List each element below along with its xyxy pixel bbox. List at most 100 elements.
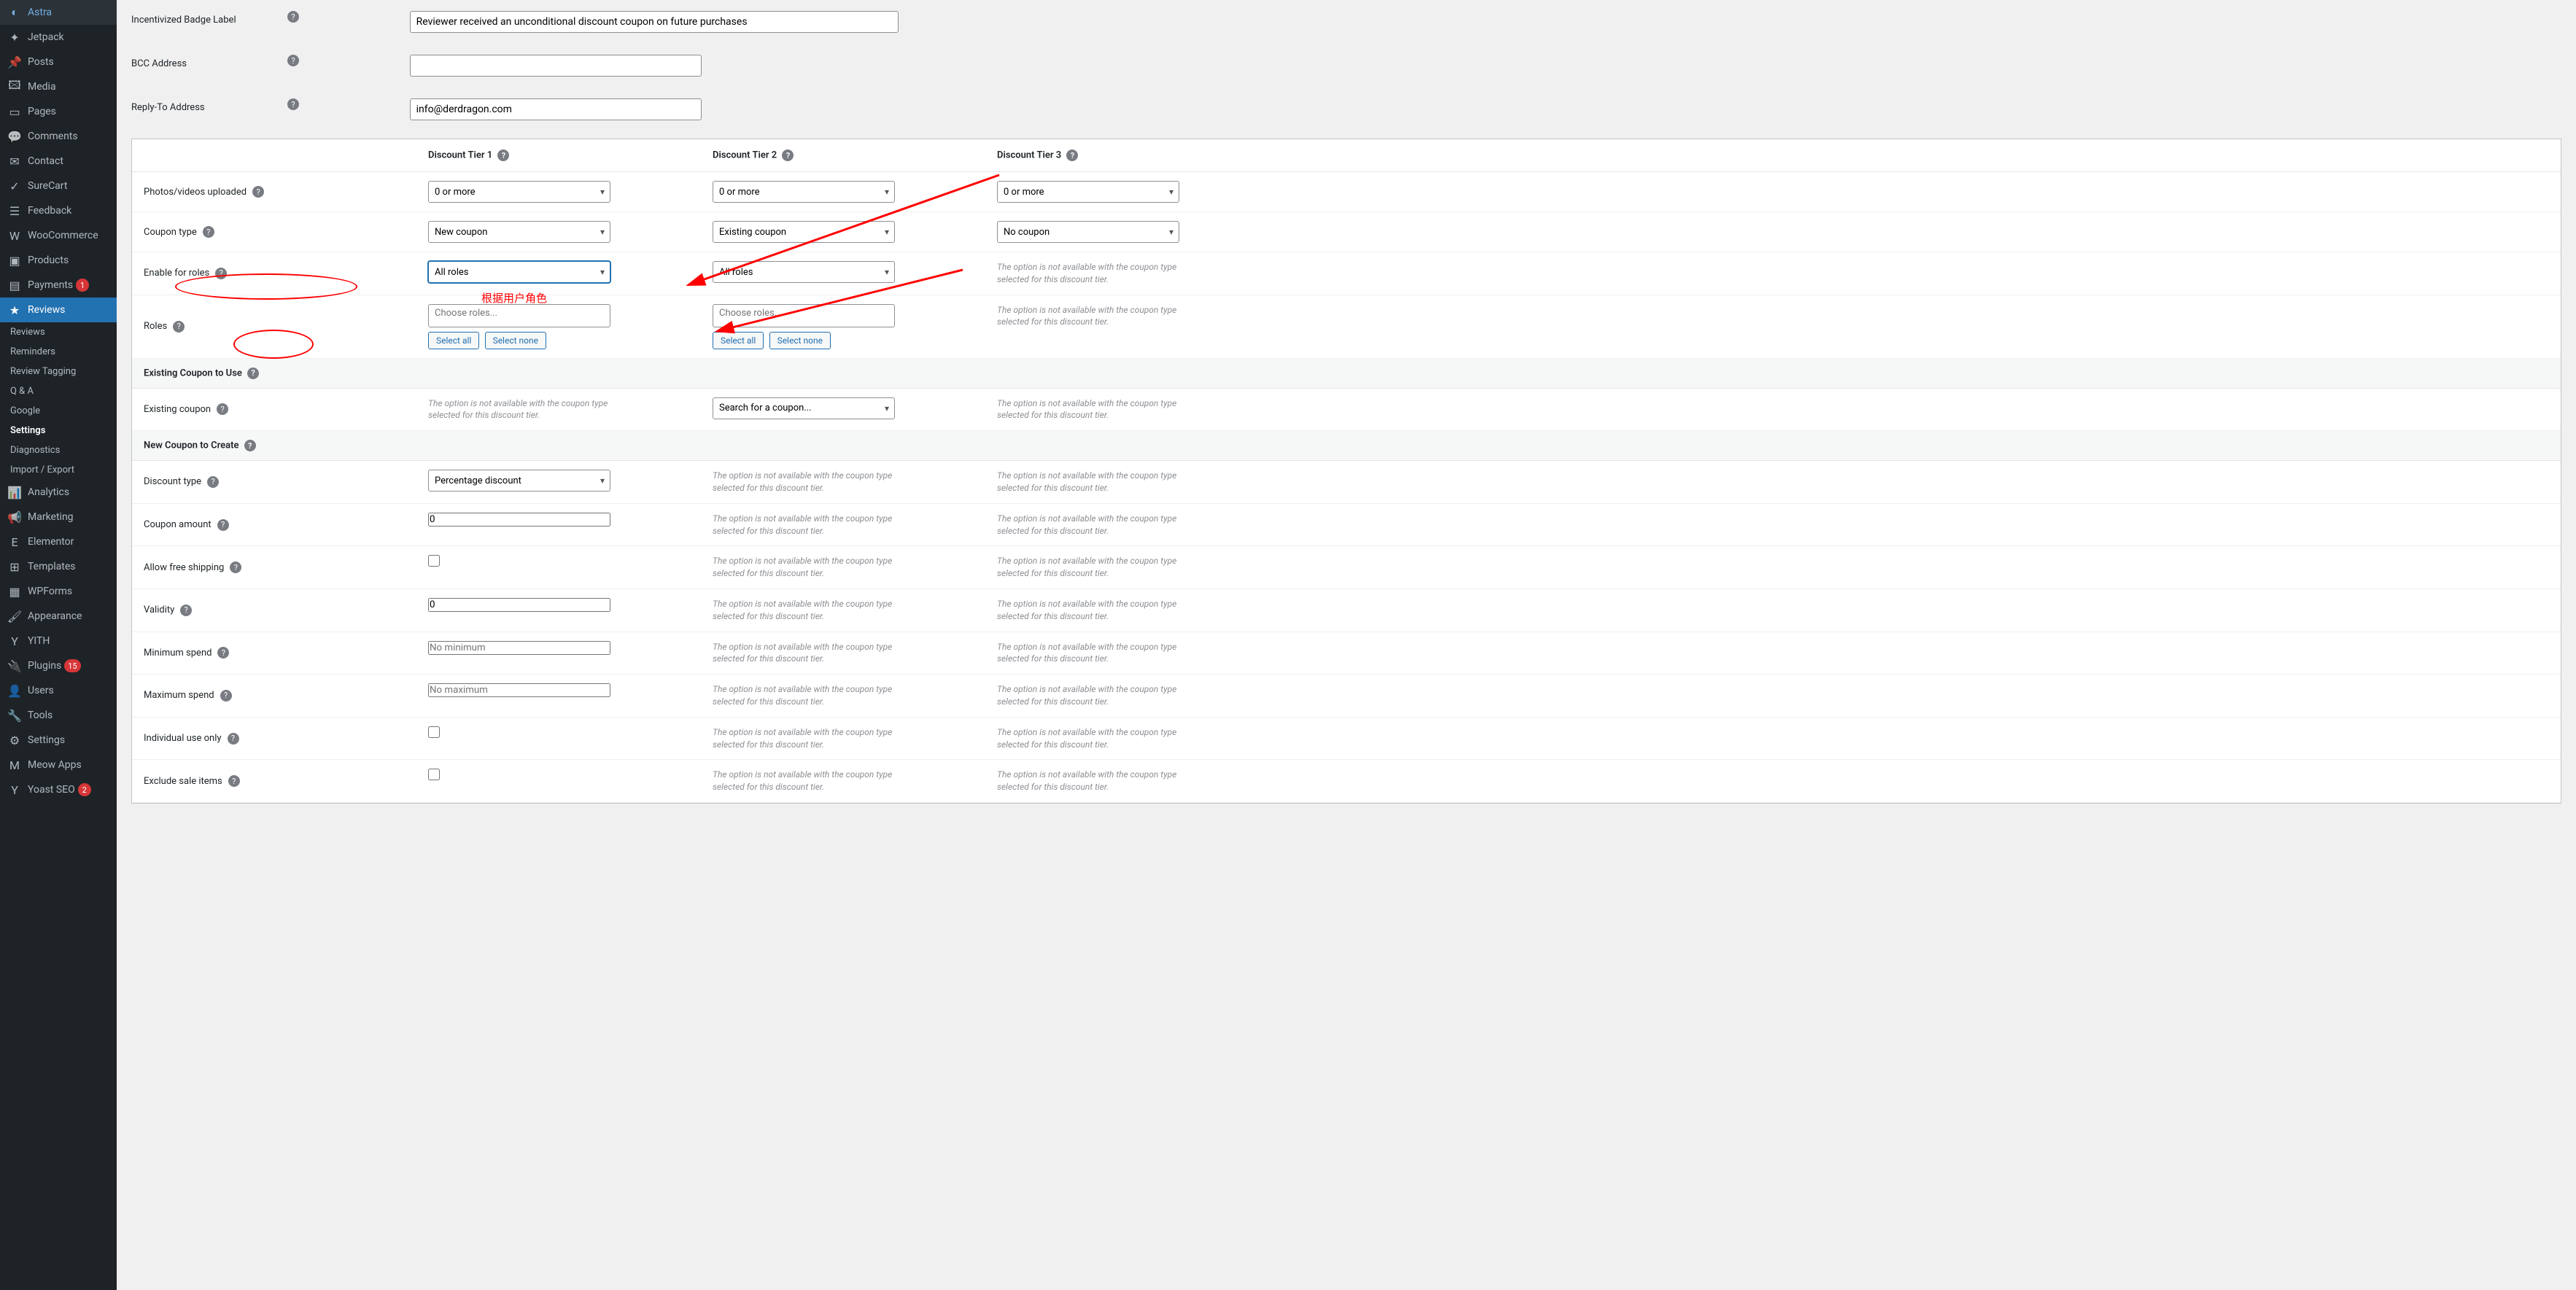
sidebar-item-yoast-seo[interactable]: YYoast SEO2 [0,777,117,802]
sidebar-sub-settings[interactable]: Settings [0,421,117,440]
help-icon[interactable]: ? [203,226,214,238]
sidebar-item-templates[interactable]: ⊞Templates [0,554,117,579]
help-icon[interactable]: ? [230,562,241,573]
sidebar-sub-q-a[interactable]: Q & A [0,381,117,401]
na-text: The option is not available with the cou… [997,683,1179,708]
existing-coupon-header: Existing Coupon to Use [144,368,242,378]
sidebar-item-analytics[interactable]: 📊Analytics [0,480,117,505]
help-icon[interactable]: ? [228,775,240,787]
sidebar-item-tools[interactable]: 🔧Tools [0,703,117,728]
free-shipping-t1-checkbox[interactable] [428,555,440,567]
menu-icon: ▦ [7,584,22,599]
menu-icon: Y [7,782,22,797]
help-icon[interactable]: ? [217,647,229,658]
sidebar-item-payments[interactable]: ▤Payments1 [0,273,117,298]
menu-icon: E [7,535,22,549]
exclude-sale-t1-checkbox[interactable] [428,769,440,780]
main-content: Incentivized Badge Label ? BCC Address ?… [117,0,2576,1290]
individual-use-t1-checkbox[interactable] [428,726,440,738]
sidebar-sub-google[interactable]: Google [0,401,117,421]
roles-t1-multiselect[interactable]: Choose roles... [428,304,610,327]
help-icon[interactable]: ? [180,605,192,616]
help-icon[interactable]: ? [215,268,227,279]
sidebar-item-reviews[interactable]: ★Reviews [0,298,117,322]
menu-icon: ▣ [7,253,22,268]
sidebar-item-astra[interactable]: ◐Astra [0,0,117,25]
coupon-type-t3-select[interactable]: No coupon [997,221,1179,243]
sidebar-item-woocommerce[interactable]: WWooCommerce [0,223,117,248]
select-all-button[interactable]: Select all [428,332,479,349]
annotation-text: 根据用户角色 [481,290,547,306]
sidebar-item-surecart[interactable]: ✓SureCart [0,174,117,198]
sidebar-sub-import-export[interactable]: Import / Export [0,460,117,480]
photos-t1-select[interactable]: 0 or more [428,181,610,203]
sidebar-item-appearance[interactable]: 🖌Appearance [0,604,117,629]
na-text: The option is not available with the cou… [997,397,1179,422]
existing-coupon-t2-select[interactable]: Search for a coupon... [713,397,895,419]
sidebar-item-posts[interactable]: 📌Posts [0,50,117,74]
tier1-header: Discount Tier 1 [428,149,492,160]
max-spend-t1-input[interactable] [428,683,610,697]
help-icon[interactable]: ? [220,690,232,702]
help-icon[interactable]: ? [1066,149,1078,161]
help-icon[interactable]: ? [252,186,264,198]
na-text: The option is not available with the cou… [713,726,895,751]
select-none-button[interactable]: Select none [485,332,546,349]
help-icon[interactable]: ? [173,321,185,333]
menu-icon: ▭ [7,104,22,119]
sidebar-item-settings[interactable]: ⚙Settings [0,728,117,753]
min-spend-label: Minimum spend [144,648,212,658]
sidebar-item-yith[interactable]: YYITH [0,629,117,653]
menu-icon: M [7,758,22,772]
help-icon[interactable]: ? [497,149,509,161]
tier2-header: Discount Tier 2 [713,149,777,160]
coupon-amount-label: Coupon amount [144,519,212,530]
enable-roles-t1-select[interactable]: All roles [428,261,610,283]
enable-for-roles-label: Enable for roles [144,268,209,279]
existing-coupon-label: Existing coupon [144,404,211,415]
sidebar-item-products[interactable]: ▣Products [0,248,117,273]
sidebar-item-plugins[interactable]: 🔌Plugins15 [0,653,117,678]
sidebar-item-meow-apps[interactable]: MMeow Apps [0,753,117,777]
exclude-sale-label: Exclude sale items [144,776,222,787]
help-icon[interactable]: ? [228,733,239,745]
sidebar-item-elementor[interactable]: EElementor [0,529,117,554]
menu-icon: ✉ [7,154,22,168]
bcc-address-input[interactable] [410,55,702,77]
sidebar-sub-reviews[interactable]: Reviews [0,322,117,342]
sidebar-item-feedback[interactable]: ☰Feedback [0,198,117,223]
sidebar-sub-review-tagging[interactable]: Review Tagging [0,362,117,381]
sidebar-item-media[interactable]: 🖾Media [0,74,117,99]
sidebar-sub-reminders[interactable]: Reminders [0,342,117,362]
tiers-panel: Discount Tier 1 ? Discount Tier 2 ? Disc… [131,139,2561,804]
sidebar-item-users[interactable]: 👤Users [0,678,117,703]
sidebar-item-pages[interactable]: ▭Pages [0,99,117,124]
sidebar-item-wpforms[interactable]: ▦WPForms [0,579,117,604]
coupon-amount-t1-input[interactable] [428,513,610,527]
coupon-type-t1-select[interactable]: New coupon [428,221,610,243]
discount-type-t1-select[interactable]: Percentage discount [428,470,610,491]
sidebar-item-marketing[interactable]: 📢Marketing [0,505,117,529]
help-icon[interactable]: ? [207,476,219,488]
validity-t1-input[interactable] [428,598,610,612]
help-icon[interactable]: ? [287,98,299,110]
min-spend-t1-input[interactable] [428,641,610,655]
menu-icon: Y [7,634,22,648]
sidebar-sub-diagnostics[interactable]: Diagnostics [0,440,117,460]
help-icon[interactable]: ? [782,149,794,161]
roles-label: Roles [144,321,167,332]
help-icon[interactable]: ? [247,368,259,379]
sidebar-item-comments[interactable]: 💬Comments [0,124,117,149]
sidebar-item-contact[interactable]: ✉Contact [0,149,117,174]
max-spend-label: Maximum spend [144,690,214,701]
photos-t3-select[interactable]: 0 or more [997,181,1179,203]
help-icon[interactable]: ? [287,55,299,66]
help-icon[interactable]: ? [217,519,229,531]
help-icon[interactable]: ? [287,11,299,23]
reply-to-input[interactable] [410,98,702,120]
help-icon[interactable]: ? [217,403,228,415]
help-icon[interactable]: ? [244,440,256,451]
sidebar-item-jetpack[interactable]: ✦Jetpack [0,25,117,50]
na-text: The option is not available with the cou… [997,641,1179,666]
incentivized-badge-input[interactable] [410,11,899,33]
